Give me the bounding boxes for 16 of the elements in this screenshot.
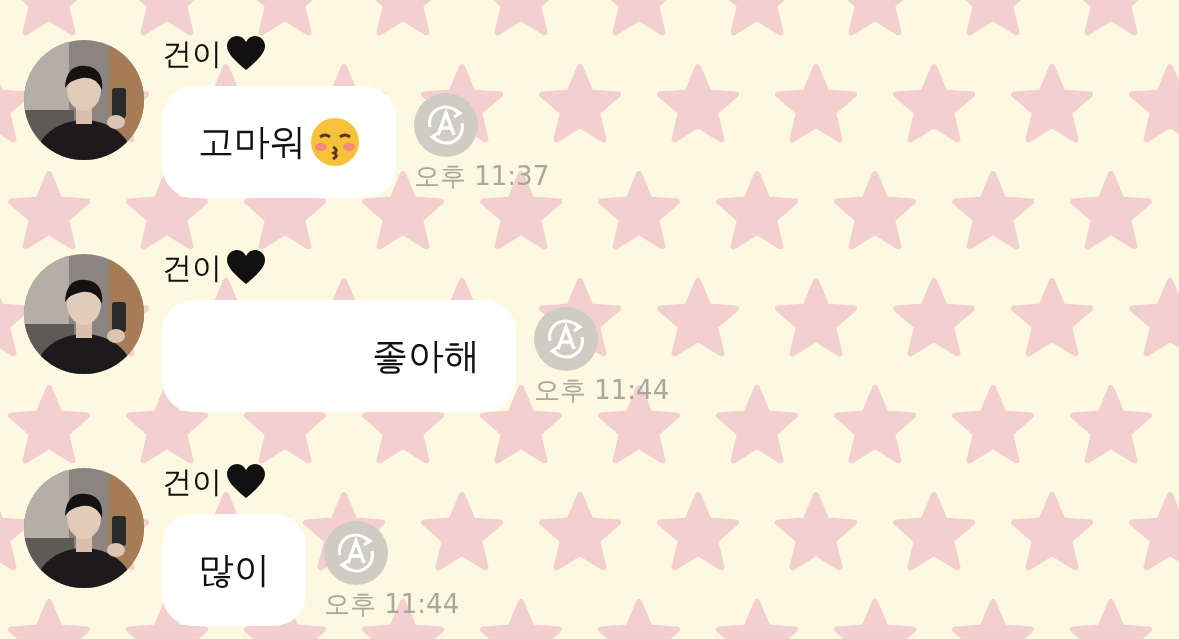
message-text: 고마워 <box>198 119 306 164</box>
sender-name: 건이 <box>162 34 222 73</box>
message-text: 좋아해 <box>372 333 480 378</box>
message-time: 오후 11:44 <box>324 588 460 621</box>
kissing-face-icon <box>310 117 360 167</box>
heart-icon <box>226 36 266 72</box>
message-time: 오후 11:44 <box>534 374 670 407</box>
heart-icon <box>226 250 266 286</box>
heart-icon <box>226 464 266 500</box>
message-text: 많이 <box>198 547 270 592</box>
circular-arrows-icon[interactable] <box>414 93 478 157</box>
circular-arrows-icon[interactable] <box>534 307 598 371</box>
message-time: 오후 11:37 <box>414 160 550 193</box>
circular-arrows-icon[interactable] <box>324 521 388 585</box>
sender-name: 건이 <box>162 248 222 287</box>
sender-name: 건이 <box>162 462 222 501</box>
